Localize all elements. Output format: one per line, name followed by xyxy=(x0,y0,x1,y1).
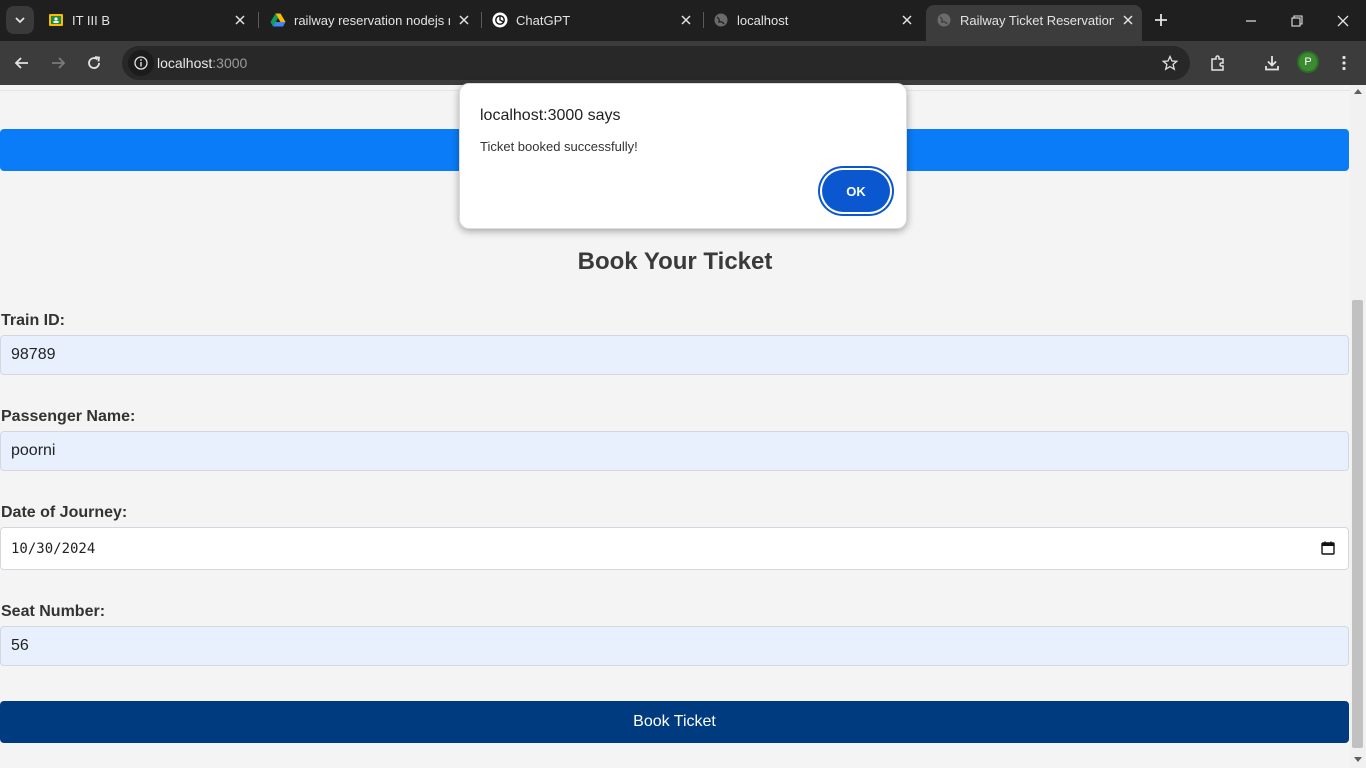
tab-chatgpt[interactable]: ChatGPT xyxy=(482,6,700,35)
tab-localhost[interactable]: localhost xyxy=(703,6,921,35)
seat-number-input[interactable]: 56 xyxy=(0,626,1349,666)
forward-button[interactable] xyxy=(44,49,72,77)
google-drive-icon xyxy=(270,13,286,27)
reload-icon xyxy=(88,56,101,69)
chatgpt-icon xyxy=(492,12,508,28)
extensions-button[interactable] xyxy=(1204,49,1232,77)
dialog-ok-button[interactable]: OK xyxy=(822,170,890,212)
tab-title: IT III B xyxy=(72,13,111,28)
profile-avatar[interactable]: P xyxy=(1297,51,1319,73)
tab-it-iii-b[interactable]: IT III B xyxy=(38,6,254,35)
arrow-right-icon xyxy=(52,57,66,69)
close-icon[interactable] xyxy=(232,12,248,28)
date-of-journey-label: Date of Journey: xyxy=(1,504,128,521)
browser-menu-button[interactable] xyxy=(1330,49,1358,77)
train-id-input[interactable]: 98789 xyxy=(0,335,1349,375)
tab-title: Railway Ticket Reservation xyxy=(960,13,1114,28)
close-icon xyxy=(1337,15,1349,26)
info-icon xyxy=(134,56,148,70)
close-icon[interactable] xyxy=(899,12,915,28)
dialog-title: localhost:3000 says xyxy=(480,107,621,124)
tab-railway-ticket-reservation[interactable]: Railway Ticket Reservation xyxy=(926,5,1142,41)
tab-title: localhost xyxy=(737,13,789,28)
date-value: 10/30/2024 xyxy=(11,540,96,557)
browser-toolbar: localhost:3000 P xyxy=(0,41,1366,85)
close-icon[interactable] xyxy=(1120,12,1136,28)
minimize-icon xyxy=(1246,19,1256,22)
classroom-icon xyxy=(49,14,63,26)
reload-button[interactable] xyxy=(80,49,108,77)
tab-separator xyxy=(258,12,259,28)
new-tab-button[interactable] xyxy=(1150,9,1172,31)
chevron-down-icon xyxy=(15,17,25,24)
tab-railway-reservation-nodejs[interactable]: railway reservation nodejs m xyxy=(260,6,478,35)
restore-button[interactable] xyxy=(1274,0,1320,41)
globe-icon xyxy=(937,13,951,27)
tab-title: ChatGPT xyxy=(516,13,571,28)
plus-icon xyxy=(1155,14,1167,26)
download-icon xyxy=(1265,56,1279,71)
passenger-name-label: Passenger Name: xyxy=(1,408,136,425)
page-scrollbar[interactable] xyxy=(1350,85,1366,768)
arrow-left-icon xyxy=(14,57,28,69)
passenger-name-input[interactable]: poorni xyxy=(0,431,1349,471)
bookmark-star-button[interactable] xyxy=(1160,53,1180,73)
minimize-button[interactable] xyxy=(1228,0,1274,41)
address-bar[interactable]: localhost:3000 xyxy=(122,46,1190,80)
browser-tab-strip: IT III B railway reservation nodejs m Ch… xyxy=(0,0,1366,41)
close-window-button[interactable] xyxy=(1320,0,1366,41)
close-icon[interactable] xyxy=(456,12,472,28)
site-info-button[interactable] xyxy=(128,50,154,76)
downloads-button[interactable] xyxy=(1258,49,1286,77)
url-host: localhost xyxy=(157,55,213,71)
back-button[interactable] xyxy=(8,49,36,77)
close-icon[interactable] xyxy=(678,12,694,28)
url-port: :3000 xyxy=(212,55,248,71)
globe-icon xyxy=(714,13,728,27)
scroll-down-arrow-icon[interactable] xyxy=(1354,757,1362,762)
calendar-icon[interactable] xyxy=(1321,541,1335,555)
dialog-message: Ticket booked successfully! xyxy=(480,139,638,154)
more-vertical-icon xyxy=(1342,55,1346,71)
tab-title: railway reservation nodejs m xyxy=(294,13,450,28)
book-ticket-button[interactable]: Book Ticket xyxy=(0,701,1349,743)
scrollbar-thumb[interactable] xyxy=(1352,300,1363,748)
tab-search-button[interactable] xyxy=(6,6,34,34)
scroll-up-arrow-icon[interactable] xyxy=(1354,89,1362,94)
puzzle-icon xyxy=(1211,55,1224,71)
alert-dialog: localhost:3000 says Ticket booked succes… xyxy=(459,83,907,229)
star-icon xyxy=(1162,55,1178,71)
train-id-label: Train ID: xyxy=(1,312,66,329)
date-of-journey-input[interactable]: 10/30/2024 xyxy=(0,527,1349,570)
restore-icon xyxy=(1291,14,1303,27)
seat-number-label: Seat Number: xyxy=(1,603,106,620)
form-heading: Book Your Ticket xyxy=(577,248,773,275)
url-text: localhost:3000 xyxy=(157,55,247,71)
